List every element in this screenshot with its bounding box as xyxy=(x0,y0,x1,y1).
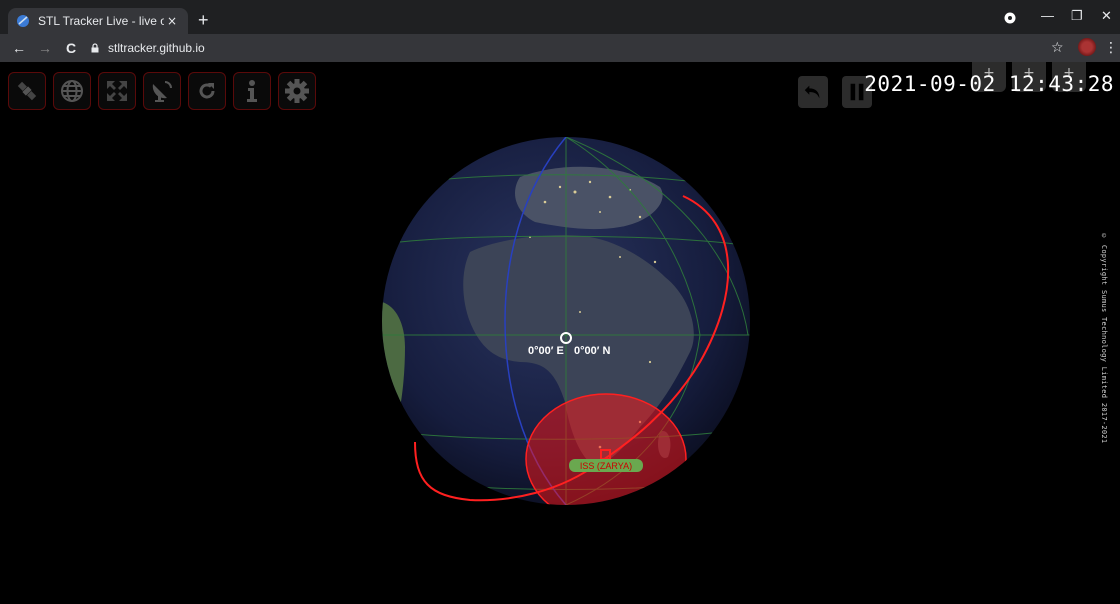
tab-title: STL Tracker Live - live online sate xyxy=(38,14,164,28)
profile-icon[interactable] xyxy=(1004,12,1016,24)
restore-button[interactable]: ❐ xyxy=(1071,8,1083,24)
latitude-label: 0°00′ N xyxy=(574,345,610,357)
globe-view[interactable]: 0°00′ E 0°00′ N ISS (ZARYA) xyxy=(0,62,1120,604)
forward-button[interactable]: → xyxy=(34,40,56,56)
longitude-label: 0°00′ E xyxy=(528,345,564,357)
address-bar[interactable]: stltracker.github.io xyxy=(84,38,1108,58)
browser-titlebar: STL Tracker Live - live online sate × + … xyxy=(0,0,1120,34)
satellite-label: ISS (ZARYA) xyxy=(580,461,632,471)
lock-icon xyxy=(91,43,99,53)
extension-icon[interactable] xyxy=(1078,38,1096,56)
tab-close-icon[interactable]: × xyxy=(164,14,180,28)
tab-favicon-icon xyxy=(17,15,29,27)
tracker-app: + + + 2021-09-02 12:43:28 0°00′ E 0°00′ … xyxy=(0,62,1120,604)
browser-menu-icon[interactable]: ⋮ xyxy=(1104,40,1118,56)
close-window-button[interactable]: ✕ xyxy=(1101,8,1112,24)
bookmark-star-icon[interactable]: ☆ xyxy=(1051,40,1064,56)
reload-button[interactable]: C xyxy=(60,40,82,56)
browser-tab[interactable]: STL Tracker Live - live online sate × xyxy=(8,8,188,34)
url-text: stltracker.github.io xyxy=(108,41,205,55)
south-america-landmass xyxy=(382,301,405,442)
new-tab-button[interactable]: + xyxy=(198,10,209,31)
earth-sphere: 0°00′ E 0°00′ N ISS (ZARYA) xyxy=(382,137,750,505)
back-button[interactable]: ← xyxy=(8,40,30,56)
minimize-button[interactable]: — xyxy=(1041,8,1054,23)
copyright-text: © Copyright Sumus Technology Limited 201… xyxy=(1100,232,1108,444)
